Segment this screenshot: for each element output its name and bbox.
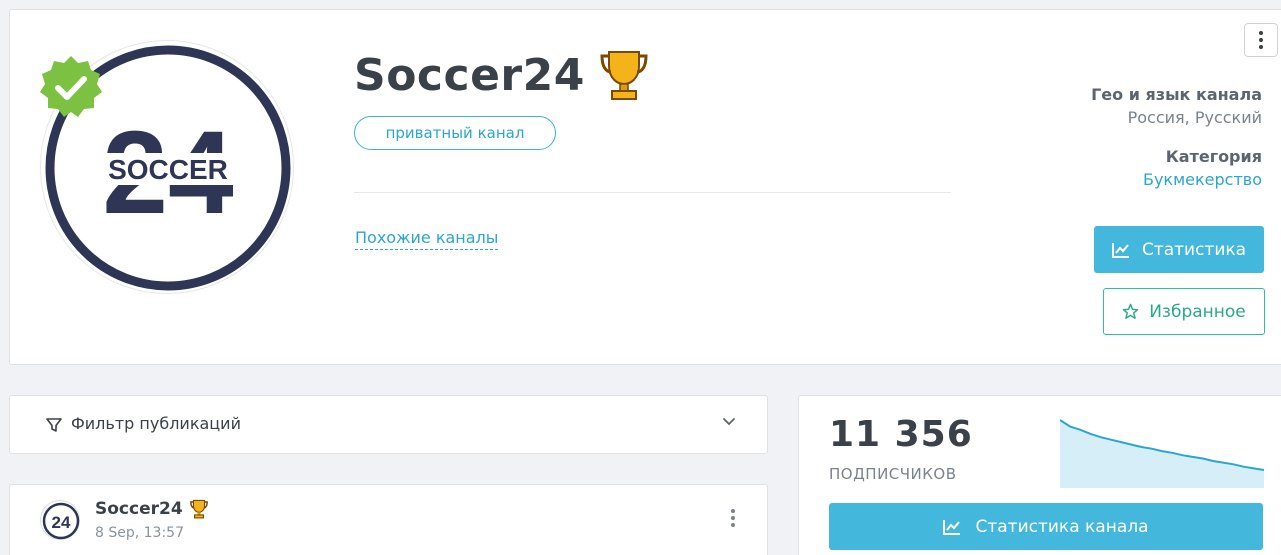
- favorite-button-label: Избранное: [1149, 301, 1246, 322]
- sparkline-area: [1060, 420, 1264, 488]
- chevron-down-icon[interactable]: [721, 413, 737, 429]
- channel-title: Soccer24: [354, 49, 585, 101]
- filter-label: Фильтр публикаций: [71, 414, 241, 433]
- statistics-button[interactable]: Статистика: [1094, 226, 1264, 273]
- kebab-dot: [1259, 38, 1263, 42]
- verified-badge-icon: [40, 56, 102, 117]
- subscriber-count: 11 356: [829, 414, 973, 455]
- logo-word: SOCCER: [108, 154, 228, 185]
- geo-value: Россия, Русский: [1127, 108, 1262, 127]
- subscriber-label: ПОДПИСЧИКОВ: [829, 465, 957, 483]
- category-label: Категория: [1165, 147, 1262, 166]
- trophy-icon: [600, 51, 648, 100]
- channel-header-card: 24 SOCCER Soccer24 приватный канал Похож…: [9, 9, 1281, 365]
- chart-line-icon: [943, 519, 961, 535]
- post-menu-button[interactable]: [731, 509, 735, 527]
- geo-language-block: Гео и язык канала Россия, Русский: [1002, 85, 1262, 127]
- avatar-number: 24: [52, 513, 71, 532]
- kebab-dot: [1259, 31, 1263, 35]
- chart-line-icon: [1111, 242, 1129, 258]
- filter-icon: [46, 418, 62, 432]
- similar-channels-link[interactable]: Похожие каналы: [355, 228, 499, 250]
- geo-label: Гео и язык канала: [1091, 85, 1262, 104]
- kebab-dot: [731, 516, 735, 520]
- kebab-dot: [1259, 45, 1263, 49]
- subscribers-sparkline: [1060, 419, 1264, 488]
- channel-statistics-button[interactable]: Статистика канала: [829, 503, 1263, 550]
- post-author[interactable]: Soccer24: [95, 499, 183, 519]
- publication-filter[interactable]: Фильтр публикаций: [9, 395, 768, 454]
- favorite-button[interactable]: Избранное: [1103, 288, 1265, 335]
- kebab-dot: [731, 523, 735, 527]
- statistics-button-label: Статистика: [1141, 239, 1247, 260]
- post-date: 8 Sep, 13:57: [95, 525, 184, 541]
- avatar[interactable]: 24: [40, 500, 80, 540]
- category-block: Категория Букмекерство: [1002, 147, 1262, 189]
- category-link[interactable]: Букмекерство: [1002, 170, 1262, 189]
- kebab-dot: [731, 509, 735, 513]
- channel-menu-button[interactable]: [1244, 23, 1278, 57]
- trophy-icon: [189, 499, 208, 519]
- channel-statistics-button-label: Статистика канала: [975, 516, 1149, 537]
- post-card: 24 Soccer24 8 Sep, 13:57: [9, 484, 768, 555]
- privacy-badge: приватный канал: [354, 116, 556, 150]
- subscribers-card: 11 356 ПОДПИСЧИКОВ Статистика канала: [798, 395, 1281, 555]
- star-icon: [1122, 303, 1139, 319]
- divider: [354, 192, 951, 193]
